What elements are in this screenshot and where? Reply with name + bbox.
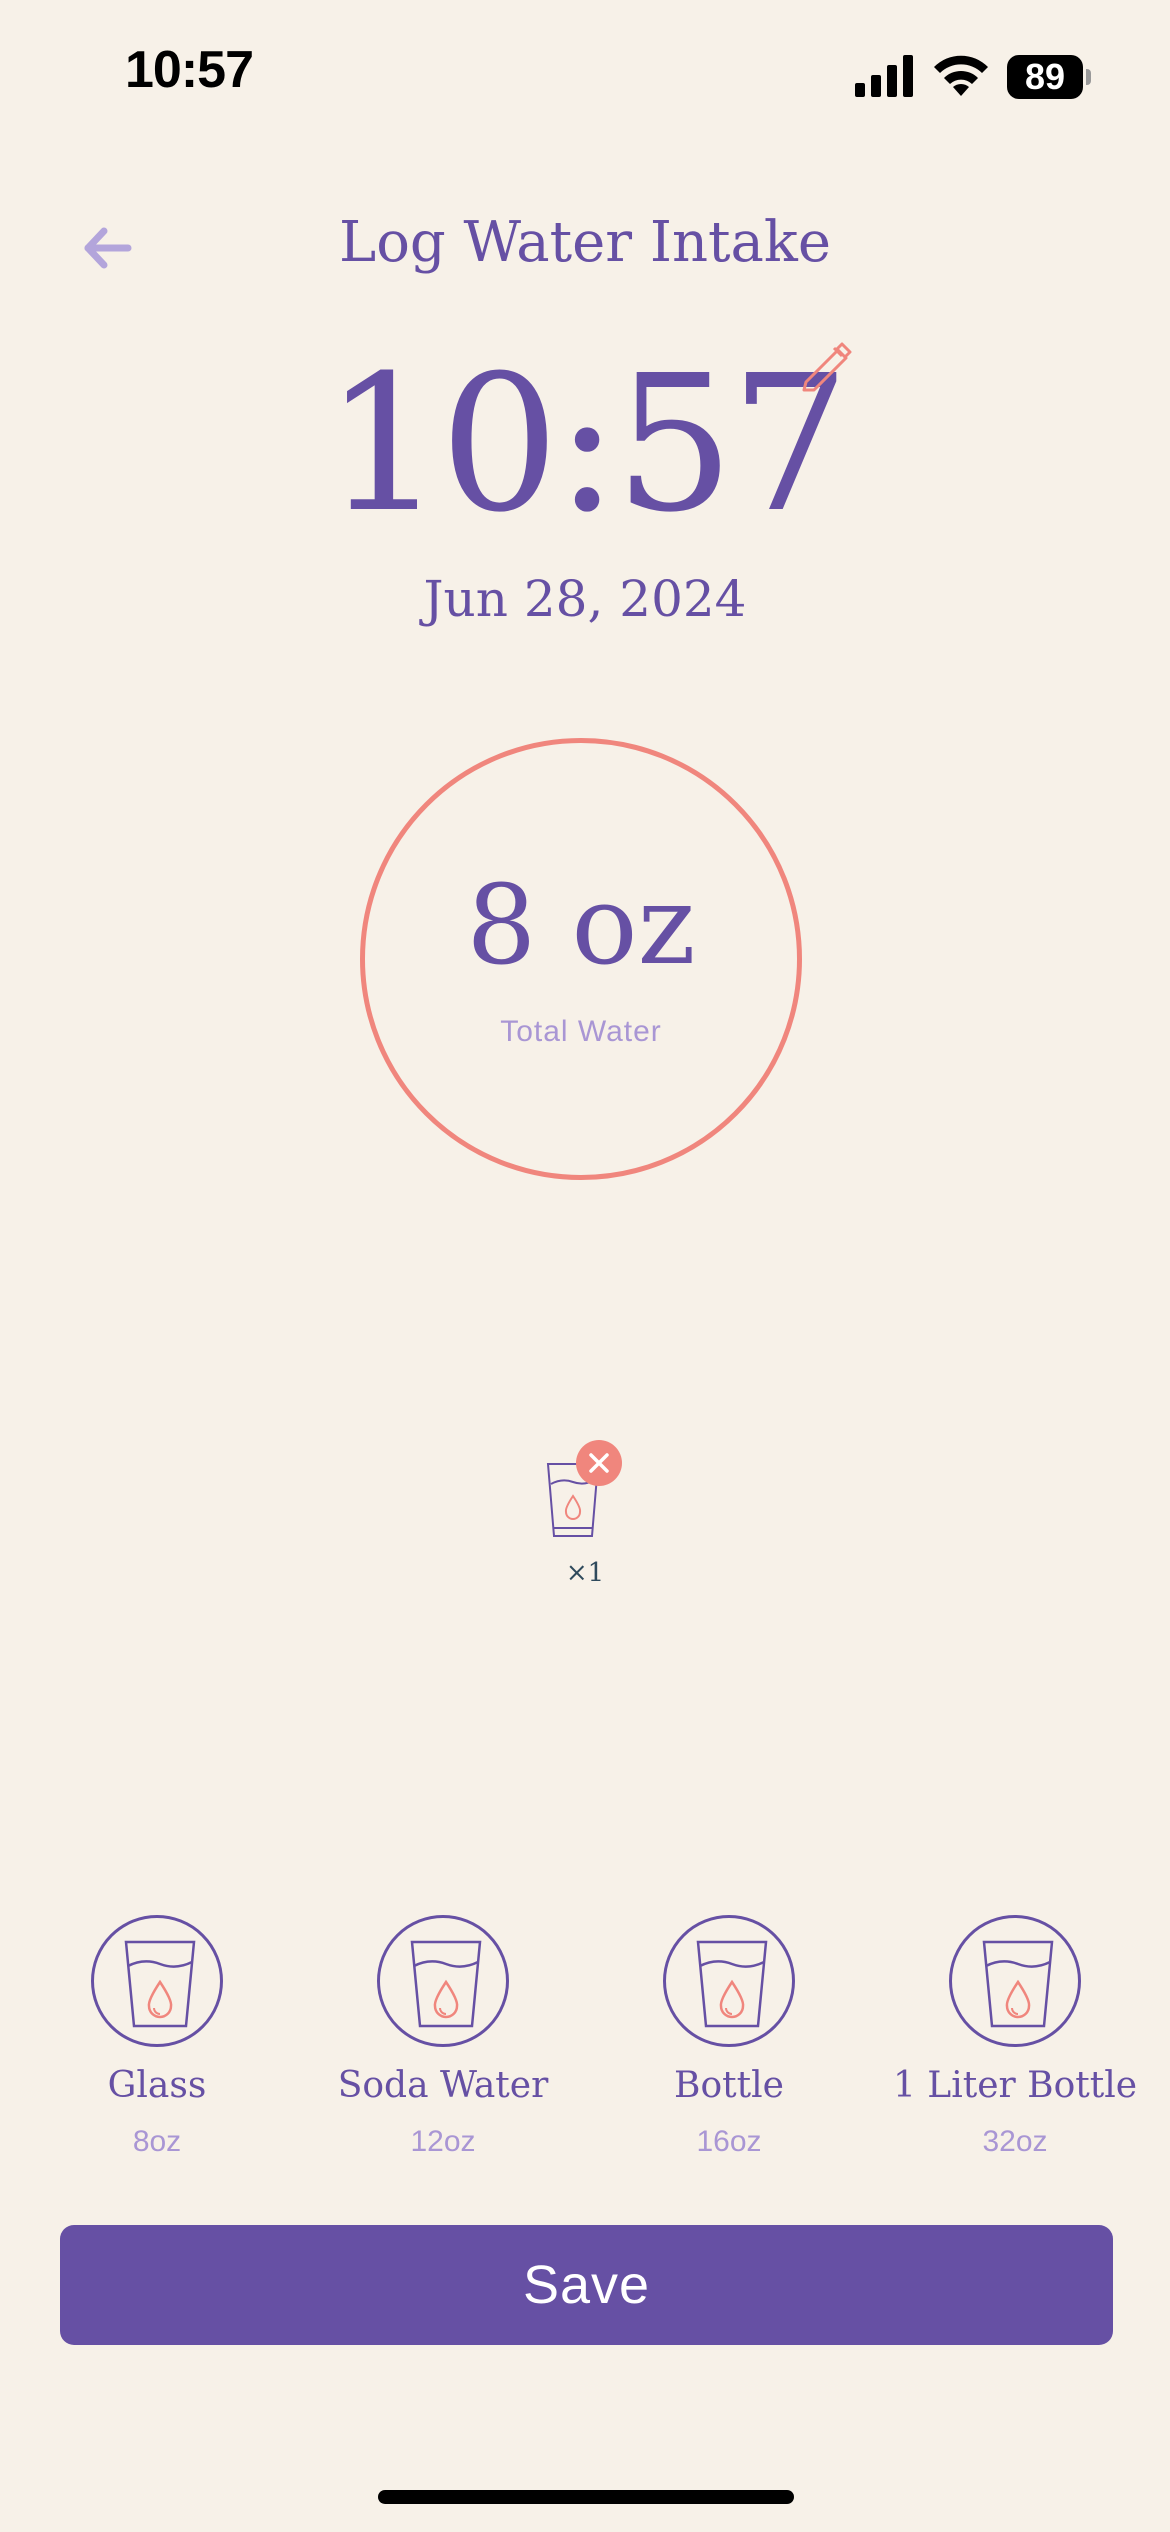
pencil-icon[interactable]: [798, 340, 852, 396]
battery-icon: 89: [1007, 55, 1091, 99]
home-indicator[interactable]: [378, 2490, 794, 2504]
logged-count: ×1: [565, 1558, 605, 1588]
wifi-icon: [934, 55, 988, 96]
preset-size: 8oz: [132, 2125, 182, 2158]
preset-size: 12oz: [410, 2125, 476, 2158]
preset-name: Soda Water: [337, 2065, 549, 2106]
glass-icon: [982, 1940, 1054, 2028]
entry-time[interactable]: 10:57: [0, 345, 1170, 545]
preset-soda-water-circle[interactable]: [377, 1915, 509, 2047]
entry-date[interactable]: Jun 28, 2024: [0, 570, 1170, 628]
close-icon: [589, 1453, 609, 1473]
remove-entry-button[interactable]: [576, 1440, 622, 1486]
glass-icon: [696, 1940, 768, 2028]
preset-size: 32oz: [982, 2125, 1048, 2158]
preset-bottle-circle[interactable]: [663, 1915, 795, 2047]
preset-name: Bottle: [674, 2065, 784, 2106]
glass-icon: [410, 1940, 482, 2028]
glass-icon: [124, 1940, 196, 2028]
save-button[interactable]: Save: [60, 2225, 1113, 2345]
total-water-label: Total Water: [500, 1015, 662, 1048]
preset-name: Glass: [107, 2065, 207, 2106]
preset-1-liter-bottle-circle[interactable]: [949, 1915, 1081, 2047]
preset-size: 16oz: [696, 2125, 762, 2158]
battery-level: 89: [1007, 55, 1083, 99]
cellular-signal-icon: [855, 55, 913, 97]
preset-bottle[interactable]: Bottle 16oz: [599, 1915, 859, 2175]
preset-glass-circle[interactable]: [91, 1915, 223, 2047]
preset-glass[interactable]: Glass 8oz: [27, 1915, 287, 2175]
page-title: Log Water Intake: [339, 210, 831, 275]
status-bar-time: 10:57: [125, 41, 254, 99]
preset-soda-water[interactable]: Soda Water 12oz: [313, 1915, 573, 2175]
preset-name: 1 Liter Bottle: [892, 2065, 1138, 2106]
total-water-value: 8 oz: [466, 861, 696, 989]
preset-1-liter-bottle[interactable]: 1 Liter Bottle 32oz: [885, 1915, 1145, 2175]
